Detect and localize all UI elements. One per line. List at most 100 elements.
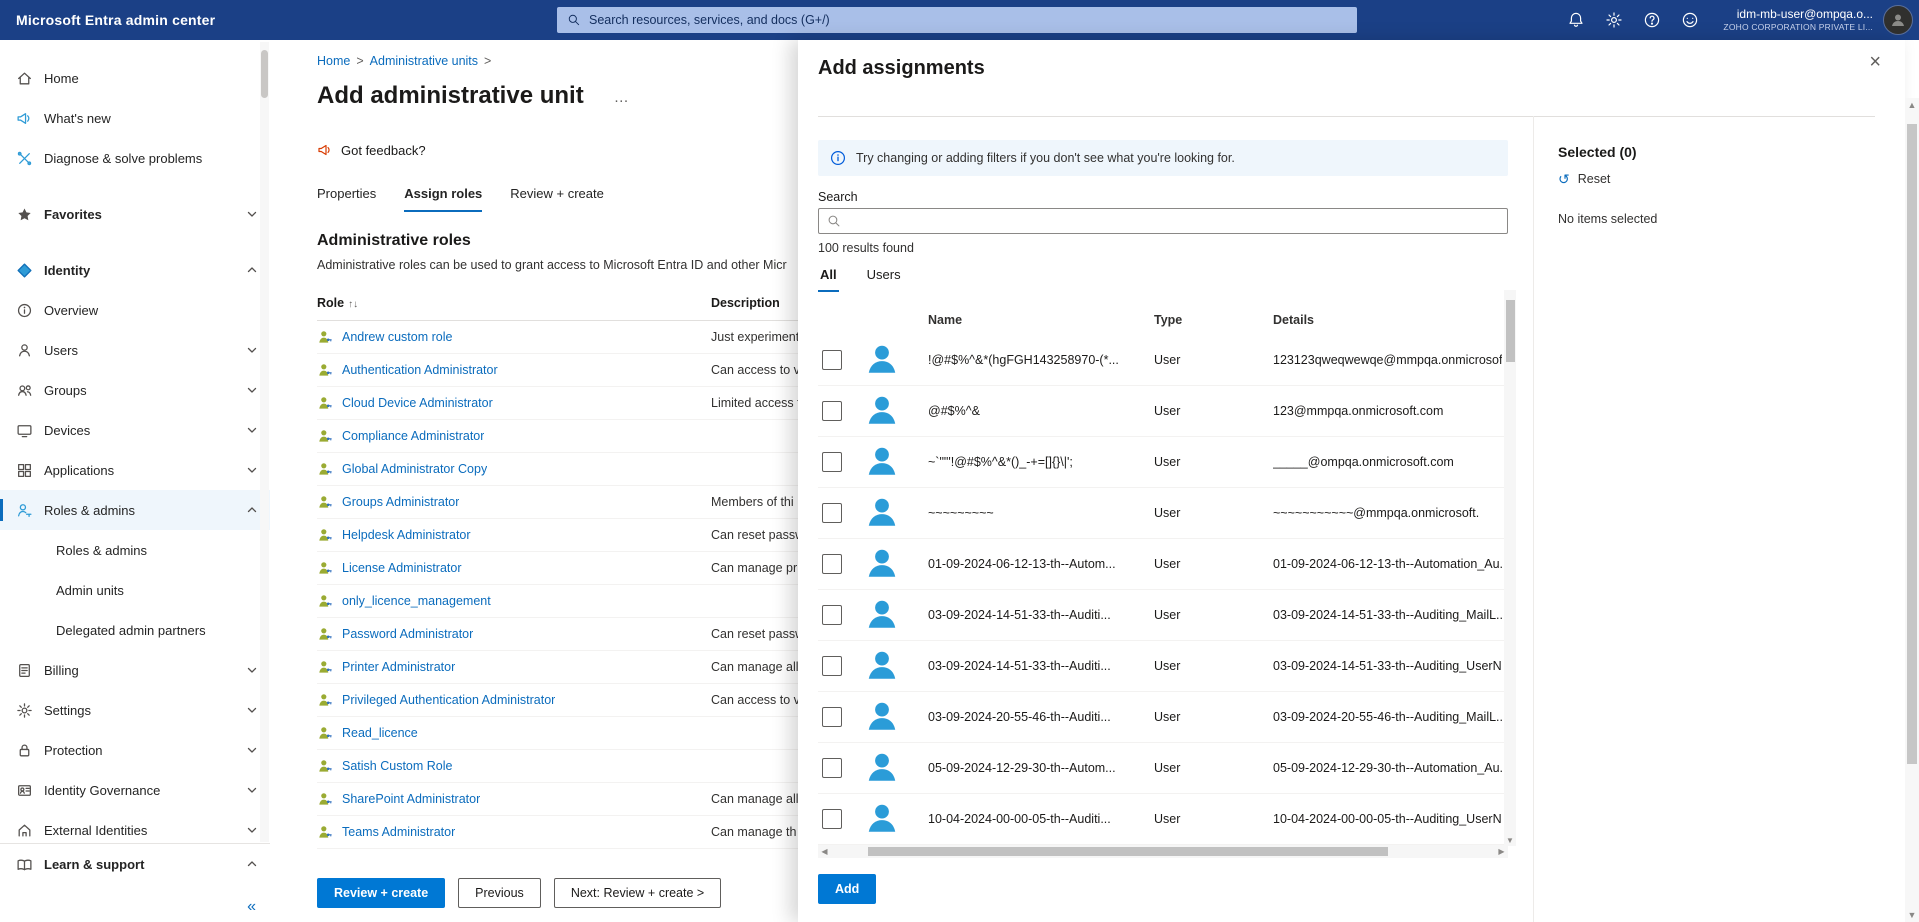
column-header-role[interactable]: Role↑↓ [317, 296, 711, 310]
next-review-create-button[interactable]: Next: Review + create > [554, 878, 721, 908]
role-link[interactable]: Printer Administrator [342, 660, 455, 674]
role-link[interactable]: Read_licence [342, 726, 418, 740]
sidebar-item-devices[interactable]: Devices [0, 410, 270, 450]
row-checkbox[interactable] [822, 503, 842, 523]
assignment-name[interactable]: 03-09-2024-14-51-33-th--Auditi... [928, 608, 1154, 622]
page-scrollbar[interactable]: ▲ ▼ [1905, 98, 1919, 922]
sidebar-item-diagnose[interactable]: Diagnose & solve problems [0, 138, 270, 178]
horizontal-scrollbar-thumb[interactable] [868, 847, 1388, 856]
sidebar-group-identity[interactable]: Identity [0, 250, 270, 290]
title-ellipsis-menu[interactable]: … [614, 89, 631, 110]
assignment-name[interactable]: 05-09-2024-12-29-30-th--Autom... [928, 761, 1154, 775]
sidebar-item-protection[interactable]: Protection [0, 730, 270, 770]
sidebar-collapse-button[interactable]: « [247, 898, 256, 916]
app-title[interactable]: Microsoft Entra admin center [16, 0, 215, 40]
role-link[interactable]: Groups Administrator [342, 495, 459, 509]
role-link[interactable]: Teams Administrator [342, 825, 455, 839]
assignment-name[interactable]: 01-09-2024-06-12-13-th--Autom... [928, 557, 1154, 571]
horizontal-scrollbar[interactable]: ◀ ▶ [818, 845, 1508, 858]
row-checkbox[interactable] [822, 554, 842, 574]
role-link[interactable]: License Administrator [342, 561, 462, 575]
identity-icon [16, 262, 33, 279]
add-button[interactable]: Add [818, 874, 876, 904]
avatar[interactable] [1883, 5, 1913, 35]
scroll-down-arrow[interactable]: ▼ [1905, 908, 1919, 922]
list-item: @#$%^& User 123@mmpqa.onmicrosoft.com [818, 386, 1508, 437]
scroll-down-arrow[interactable]: ▼ [1504, 834, 1516, 846]
role-link[interactable]: Andrew custom role [342, 330, 452, 344]
row-checkbox[interactable] [822, 656, 842, 676]
sidebar-item-roles-admins-sub[interactable]: Roles & admins [0, 530, 270, 570]
sidebar-item-overview[interactable]: Overview [0, 290, 270, 330]
sidebar-item-delegated-admin-partners[interactable]: Delegated admin partners [0, 610, 270, 650]
breadcrumb-home[interactable]: Home [317, 54, 350, 68]
sidebar-scrollbar[interactable] [260, 42, 269, 842]
scroll-left-arrow[interactable]: ◀ [818, 845, 831, 858]
column-header-details[interactable]: Details [1273, 313, 1502, 327]
tab-all[interactable]: All [818, 261, 839, 292]
role-link[interactable]: Compliance Administrator [342, 429, 484, 443]
role-link[interactable]: Helpdesk Administrator [342, 528, 471, 542]
help-button[interactable] [1633, 0, 1671, 40]
sidebar-item-roles-admins[interactable]: Roles & admins [0, 490, 270, 530]
role-link[interactable]: Cloud Device Administrator [342, 396, 493, 410]
notifications-button[interactable] [1557, 0, 1595, 40]
topbar-actions: idm-mb-user@ompqa.o... ZOHO CORPORATION … [1557, 0, 1913, 40]
tab-review-create[interactable]: Review + create [510, 186, 604, 212]
row-checkbox[interactable] [822, 401, 842, 421]
scroll-up-arrow[interactable]: ▲ [1905, 98, 1919, 112]
row-checkbox[interactable] [822, 707, 842, 727]
sidebar-item-billing[interactable]: Billing [0, 650, 270, 690]
sidebar-item-admin-units[interactable]: Admin units [0, 570, 270, 610]
sidebar-item-home[interactable]: Home [0, 58, 270, 98]
sidebar-item-identity-governance[interactable]: Identity Governance [0, 770, 270, 810]
sidebar-group-label: Identity [44, 263, 246, 278]
tab-users[interactable]: Users [865, 261, 903, 292]
review-create-button[interactable]: Review + create [317, 878, 445, 908]
assignment-name[interactable]: 03-09-2024-20-55-46-th--Auditi... [928, 710, 1154, 724]
column-header-name[interactable]: Name [928, 313, 1154, 327]
breadcrumb-administrative-units[interactable]: Administrative units [370, 54, 478, 68]
scroll-right-arrow[interactable]: ▶ [1495, 845, 1508, 858]
role-link[interactable]: SharePoint Administrator [342, 792, 480, 806]
sidebar-group-favorites[interactable]: Favorites [0, 194, 270, 234]
vertical-scrollbar-thumb[interactable] [1506, 300, 1515, 362]
row-checkbox[interactable] [822, 758, 842, 778]
role-icon [317, 494, 333, 510]
sidebar-item-groups[interactable]: Groups [0, 370, 270, 410]
page-scrollbar-thumb[interactable] [1907, 124, 1917, 764]
row-checkbox[interactable] [822, 452, 842, 472]
row-checkbox[interactable] [822, 605, 842, 625]
assignment-name[interactable]: ~`""'!@#$%^&*()_-+=[]{}\|'; [928, 455, 1154, 469]
sidebar-item-users[interactable]: Users [0, 330, 270, 370]
reset-button[interactable]: ↺ Reset [1558, 172, 1905, 186]
previous-button[interactable]: Previous [458, 878, 541, 908]
portal-settings-button[interactable] [1595, 0, 1633, 40]
sidebar-item-settings[interactable]: Settings [0, 690, 270, 730]
role-link[interactable]: Global Administrator Copy [342, 462, 487, 476]
tab-assign-roles[interactable]: Assign roles [404, 186, 482, 212]
global-search-input[interactable]: Search resources, services, and docs (G+… [557, 7, 1357, 33]
close-icon[interactable]: × [1869, 52, 1881, 72]
feedback-button[interactable] [1671, 0, 1709, 40]
column-header-type[interactable]: Type [1154, 313, 1273, 327]
sidebar-group-learn-support[interactable]: Learn & support [0, 844, 270, 884]
sidebar-item-whats-new[interactable]: What's new [0, 98, 270, 138]
role-link[interactable]: Satish Custom Role [342, 759, 452, 773]
assignment-name[interactable]: 10-04-2024-00-00-05-th--Auditi... [928, 812, 1154, 826]
role-link[interactable]: only_licence_management [342, 594, 491, 608]
assignment-name[interactable]: @#$%^& [928, 404, 1154, 418]
role-link[interactable]: Password Administrator [342, 627, 473, 641]
sidebar-item-applications[interactable]: Applications [0, 450, 270, 490]
assignment-name[interactable]: !@#$%^&*(hgFGH143258970-(*... [928, 353, 1154, 367]
row-checkbox[interactable] [822, 350, 842, 370]
row-checkbox[interactable] [822, 809, 842, 829]
assignment-name[interactable]: 03-09-2024-14-51-33-th--Auditi... [928, 659, 1154, 673]
role-link[interactable]: Authentication Administrator [342, 363, 498, 377]
role-link[interactable]: Privileged Authentication Administrator [342, 693, 555, 707]
tab-properties[interactable]: Properties [317, 186, 376, 212]
assignment-name[interactable]: ~~~~~~~~~ [928, 506, 1154, 520]
account-info[interactable]: idm-mb-user@ompqa.o... ZOHO CORPORATION … [1723, 7, 1873, 33]
list-vertical-scrollbar[interactable]: ▼ [1504, 290, 1516, 846]
assignments-search-input[interactable] [818, 208, 1508, 234]
